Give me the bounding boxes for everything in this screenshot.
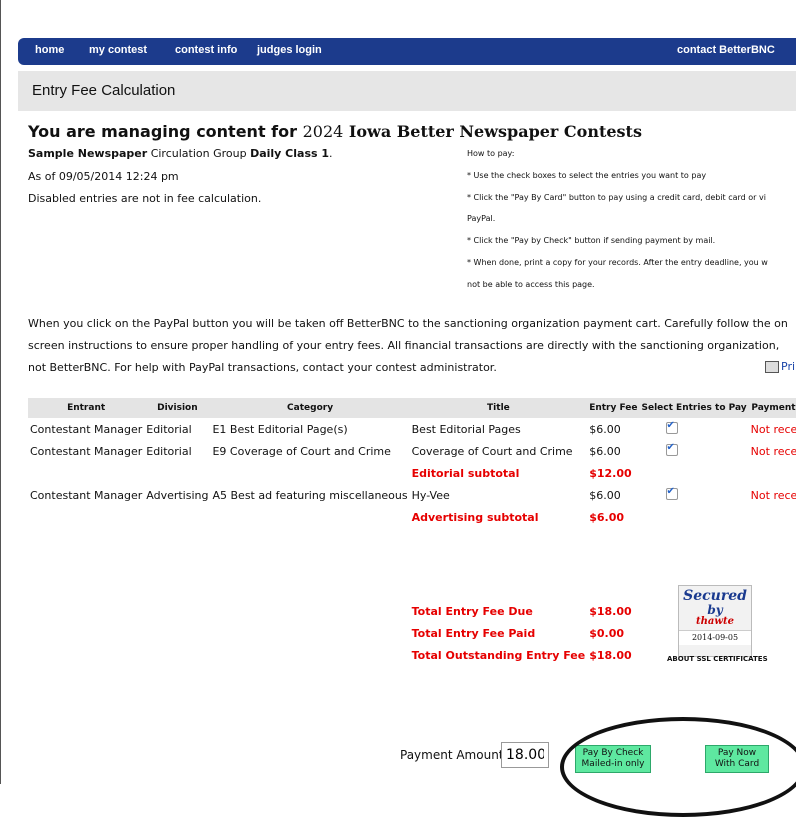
fee-cell: $6.00 [589,488,621,502]
division-cell: Editorial [146,422,192,436]
contest-year: 2024 [302,122,344,141]
status-cell: Not received [750,444,796,458]
col-title: Title [409,398,588,418]
seal-by: by [707,603,723,617]
title-cell: Best Editorial Pages [411,422,521,436]
select-entry-checkbox[interactable] [665,442,678,456]
circ-label: Circulation Group [150,147,247,160]
howto-line: PayPal. [467,214,496,223]
total-due-value: $18.00 [589,604,632,618]
contest-name: Iowa Better Newspaper Contests [348,122,642,141]
circ-group: Daily Class 1 [250,147,330,160]
select-entry-checkbox[interactable] [665,486,678,500]
col-entry-fee: Entry Fee [587,398,640,418]
paper-name: Sample Newspaper [28,147,148,160]
col-select: Select Entries to Pay [639,398,749,418]
highlight-circle [560,717,796,817]
disabled-note: Disabled entries are not in fee calculat… [28,192,262,205]
total-outstanding-value: $18.00 [589,648,632,662]
as-of-date: As of 09/05/2014 12:24 pm [28,170,179,183]
ssl-seal[interactable]: Secured by thawte 2014-09-05 [678,585,752,657]
table-header: Entrant Division Category Title Entry Fe… [28,398,796,418]
table-row: Contestant Manager Editorial E9 Coverage… [28,440,796,462]
select-cell [640,418,749,440]
print-label: Pri [781,360,796,373]
title-cell: Coverage of Court and Crime [411,444,573,458]
select-cell [640,484,749,506]
total-paid-value: $0.00 [589,626,624,640]
seal-thawte: thawte [696,616,734,627]
section-header: Entry Fee Calculation [18,71,796,111]
ssl-about-link[interactable]: ABOUT SSL CERTIFICATES [667,655,768,663]
select-cell [640,440,749,462]
status-cell: Not received [750,422,796,436]
print-link[interactable]: Pri [765,360,795,373]
top-nav: home my contest contest info judges logi… [18,38,796,65]
page-frame [0,0,796,784]
seal-date: 2014-09-05 [679,630,751,645]
subtotal-value: $6.00 [589,510,624,524]
division-cell: Advertising [146,488,209,502]
col-entrant: Entrant [28,398,145,418]
status-cell: Not received [750,488,796,502]
payment-amount-label: Payment Amount [400,748,504,762]
nav-judges-login[interactable]: judges login [257,38,322,63]
howto-line: * Click the "Pay By Card" button to pay … [467,193,766,202]
division-cell: Editorial [146,444,192,458]
nav-contact[interactable]: contact BetterBNC [677,38,775,63]
howto-line: not be able to access this page. [467,280,595,289]
paypal-note: When you click on the PayPal button you … [28,317,788,374]
select-entry-checkbox[interactable] [665,420,678,434]
heading-prefix: You are managing content for [28,122,298,141]
col-category: Category [210,398,410,418]
seal-secured: Secured [683,588,747,604]
subtotal-label: Advertising subtotal [411,510,539,524]
fee-cell: $6.00 [589,444,621,458]
fee-cell: $6.00 [589,422,621,436]
category-cell: E1 Best Editorial Page(s) [212,422,348,436]
nav-home[interactable]: home [35,38,64,63]
col-status: Payment Stat [748,398,796,418]
howto-line: * Click the "Pay by Check" button if sen… [467,236,716,245]
entrant-cell: Contestant Manager [30,422,143,436]
title-cell: Hy-Vee [411,488,450,502]
table-row: Contestant Manager Advertising A5 Best a… [28,484,796,506]
subtotal-value: $12.00 [589,466,632,480]
contest-heading: You are managing content for 2024 Iowa B… [28,122,642,141]
howto-line: * When done, print a copy for your recor… [467,258,768,267]
entrant-cell: Contestant Manager [30,444,143,458]
subtotal-label: Editorial subtotal [411,466,520,480]
subtotal-row: Advertising subtotal $6.00 [28,506,796,528]
nav-contest-info[interactable]: contest info [175,38,237,63]
page-title: Entry Fee Calculation [32,82,176,99]
payment-amount-input[interactable] [501,742,549,768]
table-row: Contestant Manager Editorial E1 Best Edi… [28,418,796,440]
category-cell: E9 Coverage of Court and Crime [212,444,391,458]
howto-line: * Use the check boxes to select the entr… [467,171,707,180]
paper-line: Sample Newspaper Circulation Group Daily… [28,147,333,160]
col-division: Division [144,398,211,418]
total-outstanding-label: Total Outstanding Entry Fee [411,648,586,662]
total-due-label: Total Entry Fee Due [411,604,533,618]
nav-my-contest[interactable]: my contest [89,38,147,63]
entrant-cell: Contestant Manager [30,488,143,502]
category-cell: A5 Best ad featuring miscellaneous [212,488,408,502]
howto-title: How to pay: [467,149,515,158]
subtotal-row: Editorial subtotal $12.00 [28,462,796,484]
printer-icon [765,361,779,373]
total-paid-label: Total Entry Fee Paid [411,626,536,640]
